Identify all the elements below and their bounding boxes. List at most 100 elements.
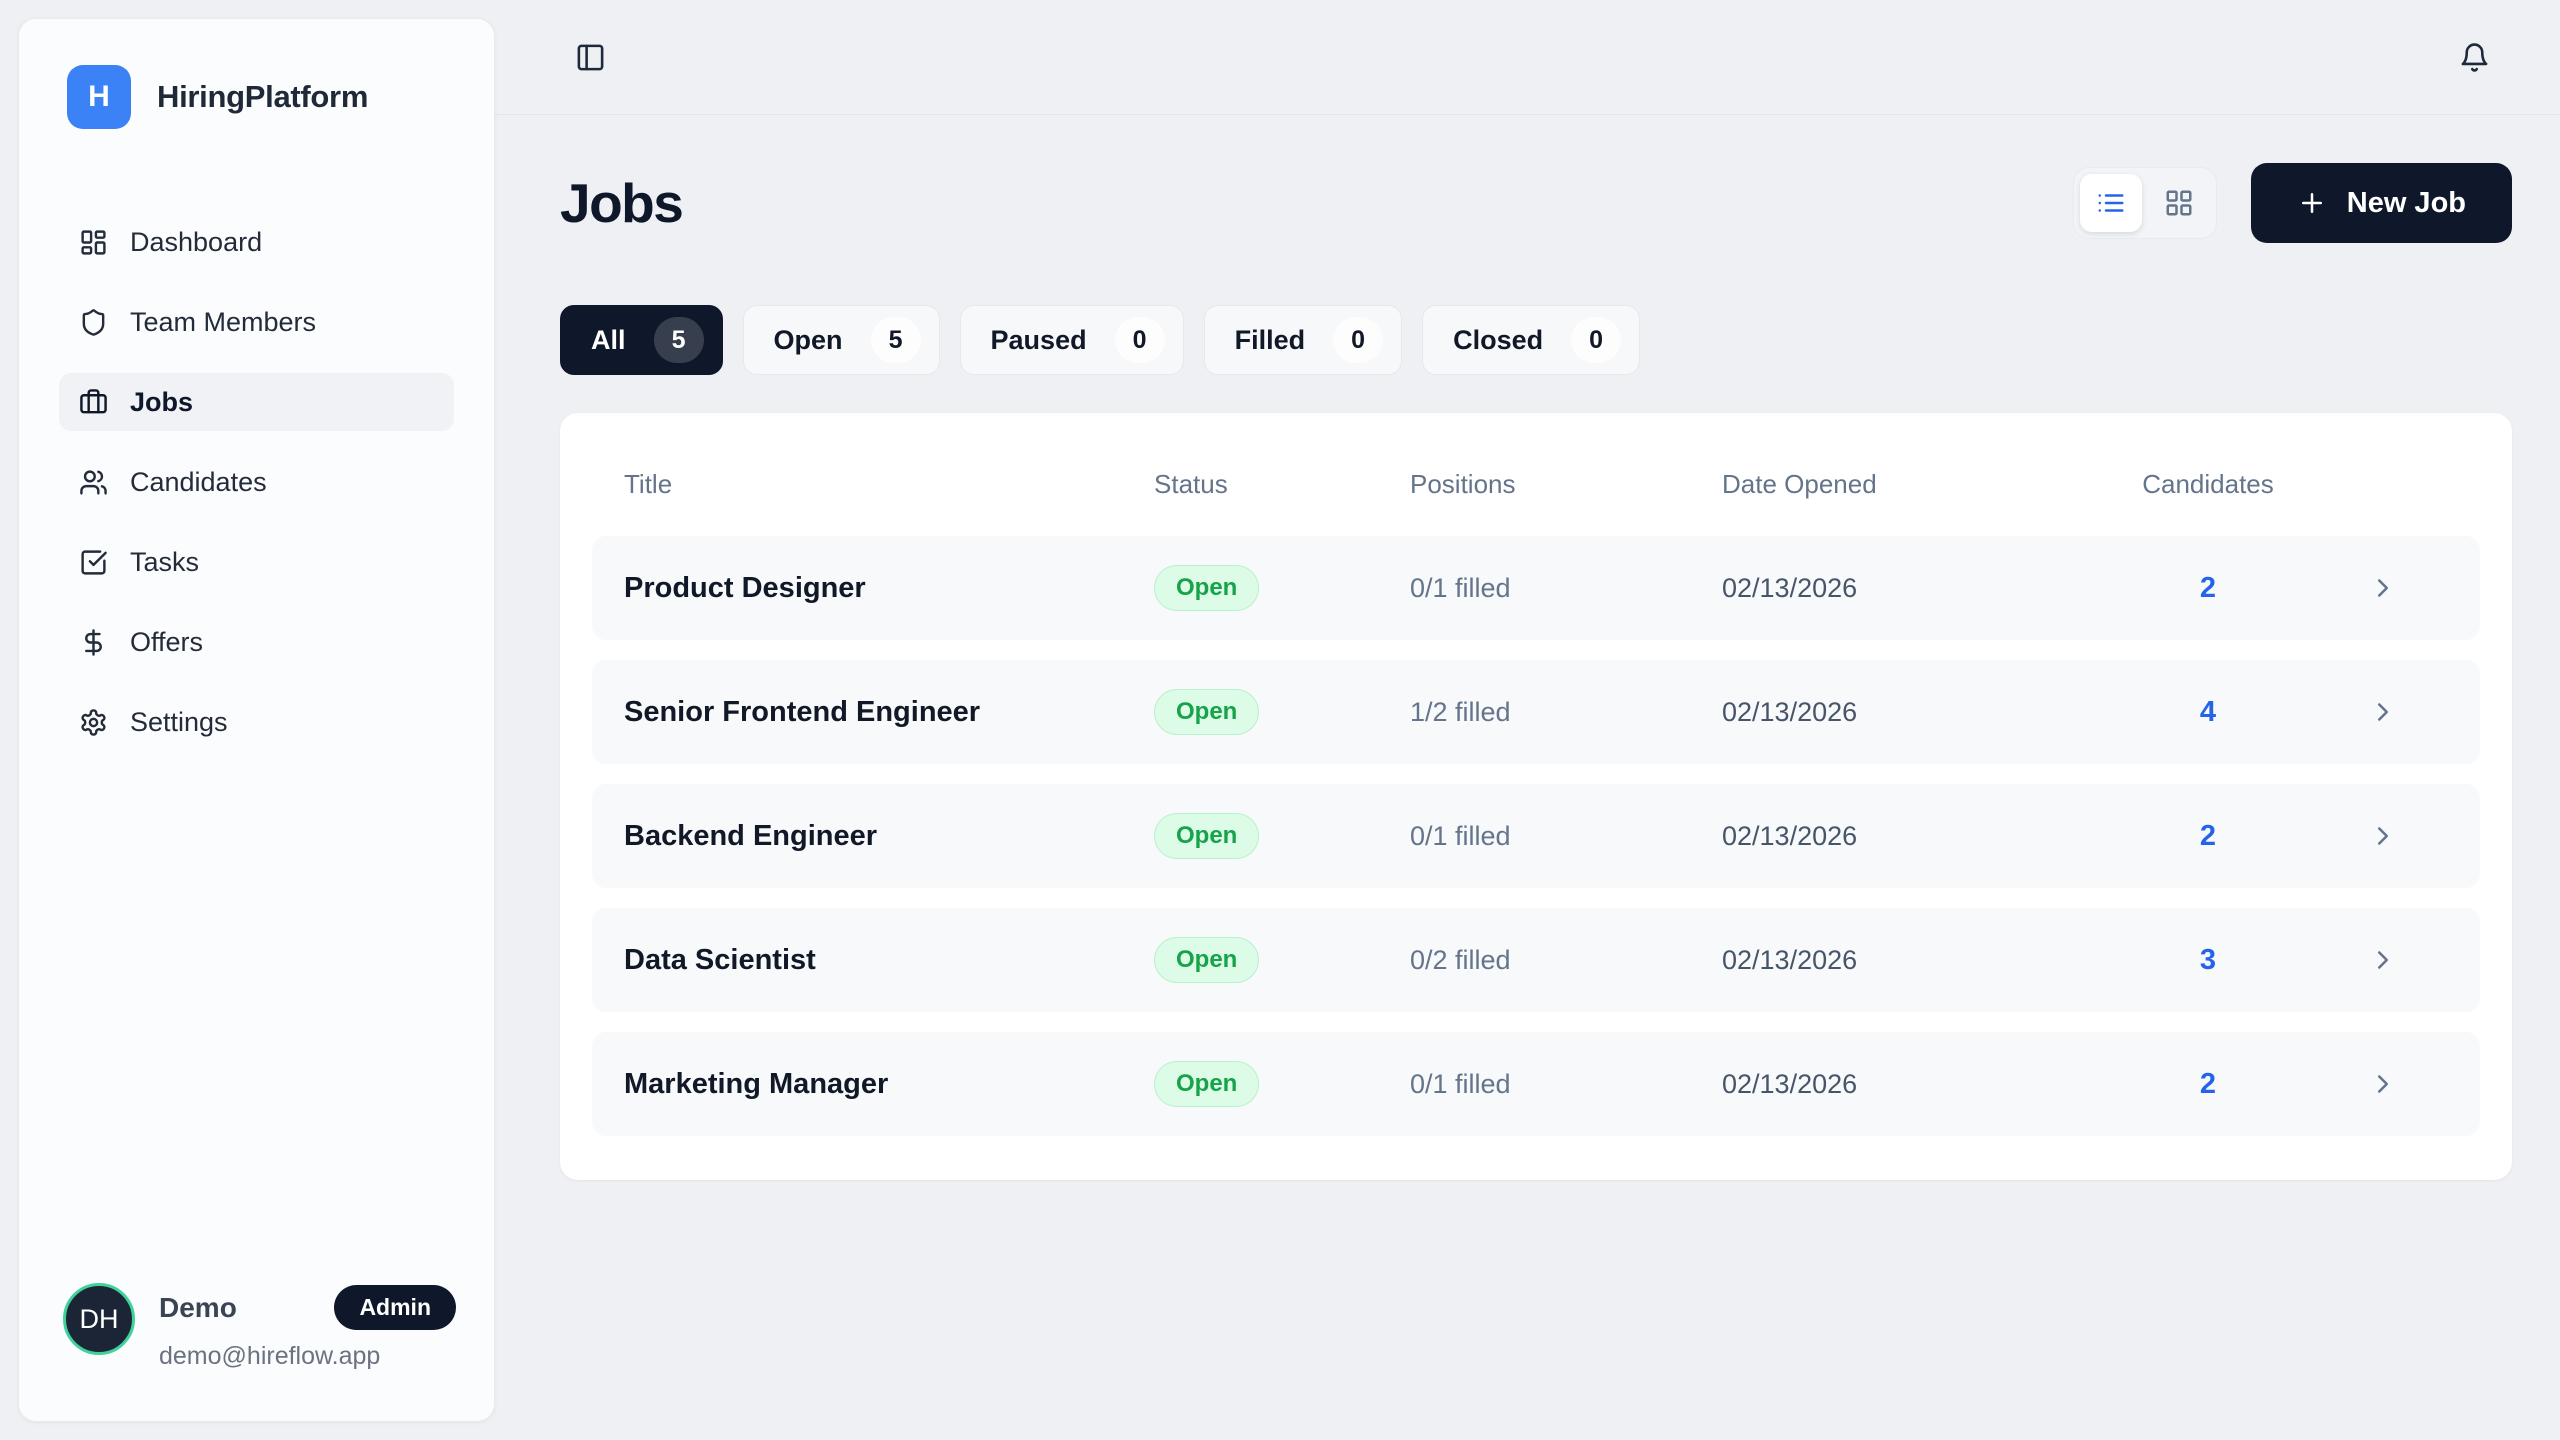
sidebar-item-jobs[interactable]: Jobs xyxy=(59,373,454,431)
job-positions: 0/1 filled xyxy=(1410,573,1722,604)
table-row[interactable]: Backend Engineer Open 0/1 filled 02/13/2… xyxy=(592,784,2480,888)
table-header: TitleStatusPositionsDate OpenedCandidate… xyxy=(592,413,2480,536)
grid-view-button[interactable] xyxy=(2148,174,2210,232)
dollar-icon xyxy=(79,628,108,657)
job-positions: 0/1 filled xyxy=(1410,821,1722,852)
table-row[interactable]: Senior Frontend Engineer Open 1/2 filled… xyxy=(592,660,2480,764)
sidebar-item-dashboard[interactable]: Dashboard xyxy=(59,213,454,271)
status-badge: Open xyxy=(1154,689,1259,735)
filter-chip-label: Filled xyxy=(1235,325,1306,356)
sidebar-item-offers[interactable]: Offers xyxy=(59,613,454,671)
job-candidates-count[interactable]: 2 xyxy=(2128,572,2288,605)
filter-chip-label: Closed xyxy=(1453,325,1543,356)
table-row[interactable]: Data Scientist Open 0/2 filled 02/13/202… xyxy=(592,908,2480,1012)
filter-chip-count: 0 xyxy=(1333,317,1383,363)
chevron-right-icon[interactable] xyxy=(2288,573,2448,603)
column-header-positions: Positions xyxy=(1410,469,1722,500)
shield-icon xyxy=(79,308,108,337)
list-view-button[interactable] xyxy=(2080,174,2142,232)
status-badge: Open xyxy=(1154,565,1259,611)
sidebar-item-label: Dashboard xyxy=(130,227,262,258)
gear-icon xyxy=(79,708,108,737)
bell-icon xyxy=(2459,42,2490,73)
content: Jobs New Job All 5 Open xyxy=(495,115,2560,1180)
status-badge: Open xyxy=(1154,1061,1259,1107)
brand-name: HiringPlatform xyxy=(157,79,368,115)
brand: H HiringPlatform xyxy=(19,19,494,129)
filter-chip-count: 0 xyxy=(1571,317,1621,363)
job-date-opened: 02/13/2026 xyxy=(1722,697,2128,728)
column-header-status: Status xyxy=(1154,469,1410,500)
user-email: demo@hireflow.app xyxy=(159,1342,456,1371)
user-name: Demo xyxy=(159,1292,237,1324)
filter-chip-label: Open xyxy=(774,325,843,356)
role-badge: Admin xyxy=(334,1285,456,1330)
job-candidates-count[interactable]: 3 xyxy=(2128,944,2288,977)
filter-chip-filled[interactable]: Filled 0 xyxy=(1204,305,1403,375)
chevron-right-icon[interactable] xyxy=(2288,1069,2448,1099)
sidebar-item-settings[interactable]: Settings xyxy=(59,693,454,751)
sidebar-toggle-button[interactable] xyxy=(575,42,606,73)
sidebar-item-label: Candidates xyxy=(130,467,267,498)
job-date-opened: 02/13/2026 xyxy=(1722,945,2128,976)
topbar xyxy=(495,0,2560,115)
job-title: Senior Frontend Engineer xyxy=(624,696,1154,729)
new-job-button[interactable]: New Job xyxy=(2251,163,2512,243)
job-candidates-count[interactable]: 4 xyxy=(2128,696,2288,729)
page-header: Jobs New Job xyxy=(560,163,2512,243)
sidebar-item-label: Settings xyxy=(130,707,228,738)
job-title: Marketing Manager xyxy=(624,1068,1154,1101)
filter-chip-open[interactable]: Open 5 xyxy=(743,305,940,375)
chevron-right-icon[interactable] xyxy=(2288,697,2448,727)
users-icon xyxy=(79,468,108,497)
job-positions: 0/1 filled xyxy=(1410,1069,1722,1100)
filter-chip-paused[interactable]: Paused 0 xyxy=(960,305,1184,375)
job-date-opened: 02/13/2026 xyxy=(1722,1069,2128,1100)
status-badge: Open xyxy=(1154,937,1259,983)
job-positions: 0/2 filled xyxy=(1410,945,1722,976)
job-candidates-count[interactable]: 2 xyxy=(2128,1068,2288,1101)
table-row[interactable]: Marketing Manager Open 0/1 filled 02/13/… xyxy=(592,1032,2480,1136)
filter-chip-closed[interactable]: Closed 0 xyxy=(1422,305,1640,375)
status-badge: Open xyxy=(1154,813,1259,859)
sidebar-item-label: Team Members xyxy=(130,307,316,338)
status-filters: All 5 Open 5 Paused 0 Filled 0 Closed 0 xyxy=(560,305,2512,375)
filter-chip-all[interactable]: All 5 xyxy=(560,305,723,375)
view-toggle xyxy=(2073,167,2217,239)
sidebar-item-tasks[interactable]: Tasks xyxy=(59,533,454,591)
sidebar: H HiringPlatform Dashboard Team Members … xyxy=(18,18,495,1422)
column-header-date-opened: Date Opened xyxy=(1722,469,2128,500)
column-header-title: Title xyxy=(624,469,1154,500)
header-actions: New Job xyxy=(2073,163,2512,243)
sidebar-item-team-members[interactable]: Team Members xyxy=(59,293,454,351)
new-job-label: New Job xyxy=(2347,187,2466,220)
job-date-opened: 02/13/2026 xyxy=(1722,573,2128,604)
chevron-right-icon[interactable] xyxy=(2288,945,2448,975)
user-card[interactable]: DH Demo Admin demo@hireflow.app xyxy=(19,1283,494,1421)
brand-h-icon: H xyxy=(67,65,131,129)
chevron-right-icon[interactable] xyxy=(2288,821,2448,851)
job-title: Backend Engineer xyxy=(624,820,1154,853)
table-row[interactable]: Product Designer Open 0/1 filled 02/13/2… xyxy=(592,536,2480,640)
filter-chip-label: Paused xyxy=(991,325,1087,356)
main-area: Jobs New Job All 5 Open xyxy=(495,0,2560,1440)
list-view-icon xyxy=(2096,188,2126,218)
sidebar-item-candidates[interactable]: Candidates xyxy=(59,453,454,511)
sidebar-item-label: Offers xyxy=(130,627,203,658)
sidebar-item-label: Jobs xyxy=(130,387,193,418)
briefcase-icon xyxy=(79,388,108,417)
plus-icon xyxy=(2297,188,2327,218)
filter-chip-count: 5 xyxy=(871,317,921,363)
filter-chip-count: 5 xyxy=(654,317,704,363)
dashboard-icon xyxy=(79,228,108,257)
job-date-opened: 02/13/2026 xyxy=(1722,821,2128,852)
jobs-table-card: TitleStatusPositionsDate OpenedCandidate… xyxy=(560,413,2512,1180)
user-meta: Demo Admin demo@hireflow.app xyxy=(159,1283,456,1371)
job-positions: 1/2 filled xyxy=(1410,697,1722,728)
job-candidates-count[interactable]: 2 xyxy=(2128,820,2288,853)
notifications-button[interactable] xyxy=(2459,42,2490,73)
job-title: Product Designer xyxy=(624,572,1154,605)
filter-chip-count: 0 xyxy=(1115,317,1165,363)
task-check-icon xyxy=(79,548,108,577)
page-title: Jobs xyxy=(560,171,682,235)
